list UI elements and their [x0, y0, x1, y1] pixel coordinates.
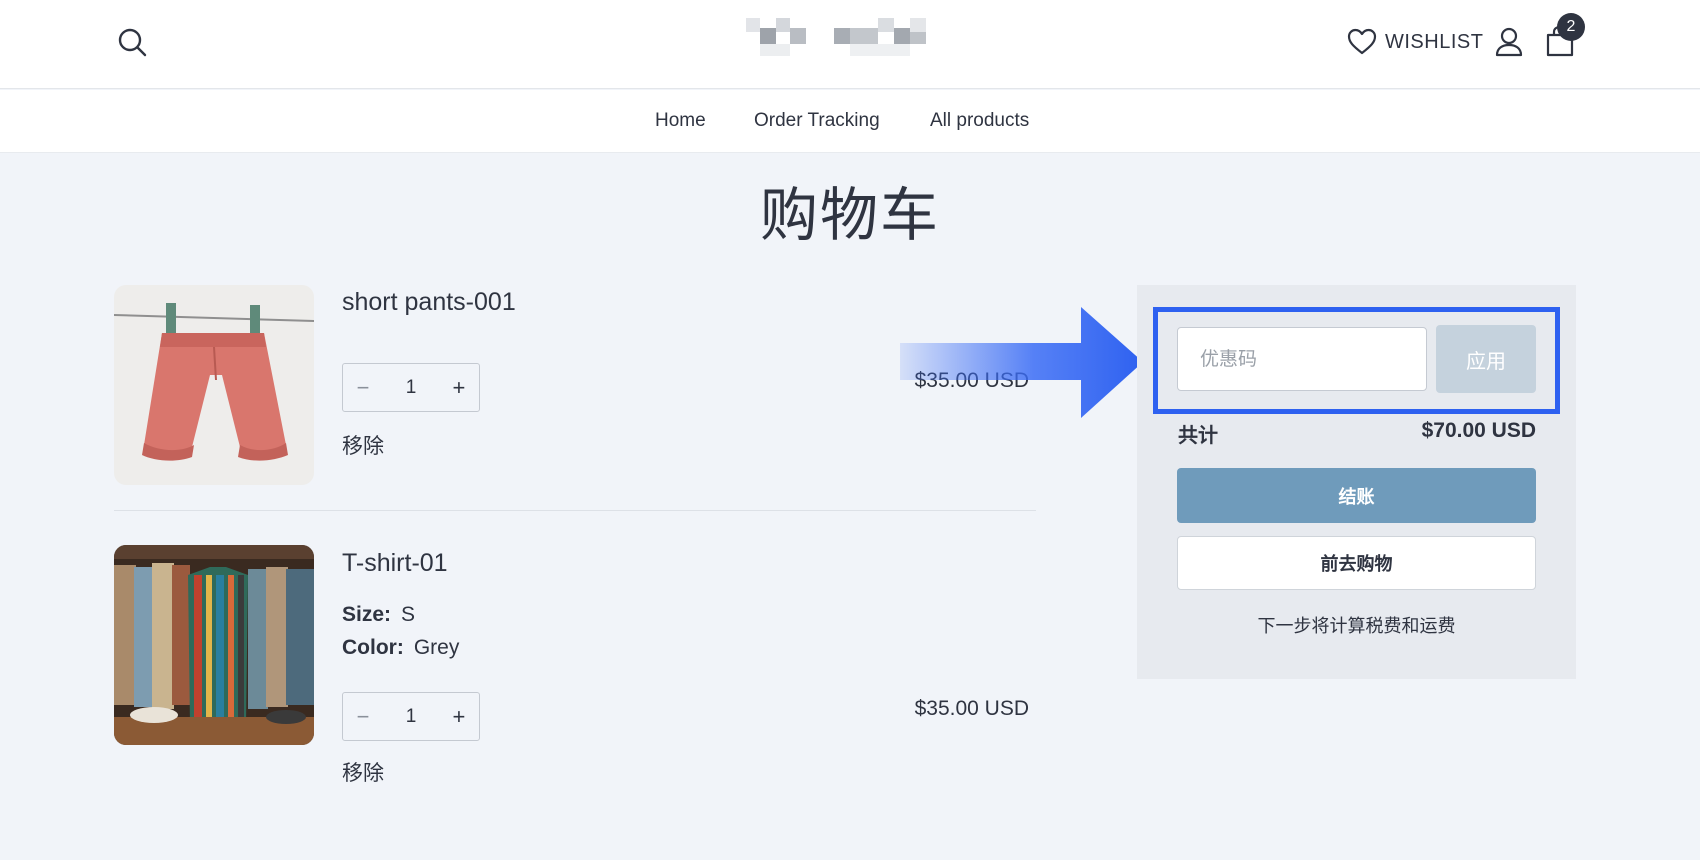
- total-label: 共计: [1178, 423, 1218, 447]
- main-nav: Home Order Tracking All products: [0, 90, 1700, 153]
- search-button[interactable]: [116, 26, 150, 60]
- quantity-value[interactable]: 1: [406, 706, 417, 728]
- decrease-quantity-button[interactable]: −: [343, 375, 383, 401]
- remove-item-button[interactable]: 移除: [342, 430, 384, 460]
- site-header: WISHLIST 2: [0, 0, 1700, 89]
- cart-item-name[interactable]: T-shirt-01: [342, 549, 448, 578]
- apply-coupon-button[interactable]: 应用: [1436, 325, 1536, 393]
- item-price: $35.00 USD: [914, 697, 1029, 720]
- quantity-stepper: − 1 +: [342, 363, 480, 412]
- color-value: Grey: [413, 636, 460, 659]
- item-divider: [114, 510, 1036, 511]
- nav-item-all-products[interactable]: All products: [930, 110, 1029, 132]
- quantity-stepper: − 1 +: [342, 692, 480, 741]
- decrease-quantity-button[interactable]: −: [343, 704, 383, 730]
- wishlist-label: WISHLIST: [1385, 30, 1484, 53]
- user-icon: [1495, 27, 1523, 57]
- account-button[interactable]: [1494, 26, 1524, 58]
- total-value: $70.00 USD: [1421, 419, 1536, 442]
- cart-item-name[interactable]: short pants-001: [342, 288, 516, 317]
- product-image-t-shirt[interactable]: [114, 545, 314, 745]
- wishlist-link[interactable]: WISHLIST: [1347, 26, 1483, 58]
- color-label: Color:: [342, 636, 404, 659]
- coupon-code-input[interactable]: [1177, 327, 1427, 391]
- size-label: Size:: [342, 603, 392, 626]
- size-value: S: [401, 603, 416, 626]
- continue-shopping-button[interactable]: 前去购物: [1177, 536, 1536, 590]
- increase-quantity-button[interactable]: +: [439, 704, 479, 730]
- nav-item-order-tracking[interactable]: Order Tracking: [754, 110, 880, 132]
- cart-count-badge: 2: [1557, 13, 1585, 41]
- tax-shipping-note: 下一步将计算税费和运费: [1257, 616, 1456, 637]
- heart-icon: [1347, 28, 1377, 55]
- page-title: 购物车: [759, 181, 940, 249]
- item-color: Color: Grey: [342, 636, 459, 660]
- increase-quantity-button[interactable]: +: [439, 375, 479, 401]
- remove-item-button[interactable]: 移除: [342, 757, 384, 787]
- arrow-right-icon: [900, 307, 1143, 418]
- product-image-short-pants[interactable]: [114, 285, 314, 485]
- checkout-button[interactable]: 结账: [1177, 468, 1536, 523]
- nav-item-home[interactable]: Home: [655, 110, 706, 132]
- item-size: Size: S: [342, 603, 415, 627]
- search-icon: [118, 28, 147, 57]
- store-logo[interactable]: [746, 14, 952, 58]
- quantity-value[interactable]: 1: [406, 377, 417, 399]
